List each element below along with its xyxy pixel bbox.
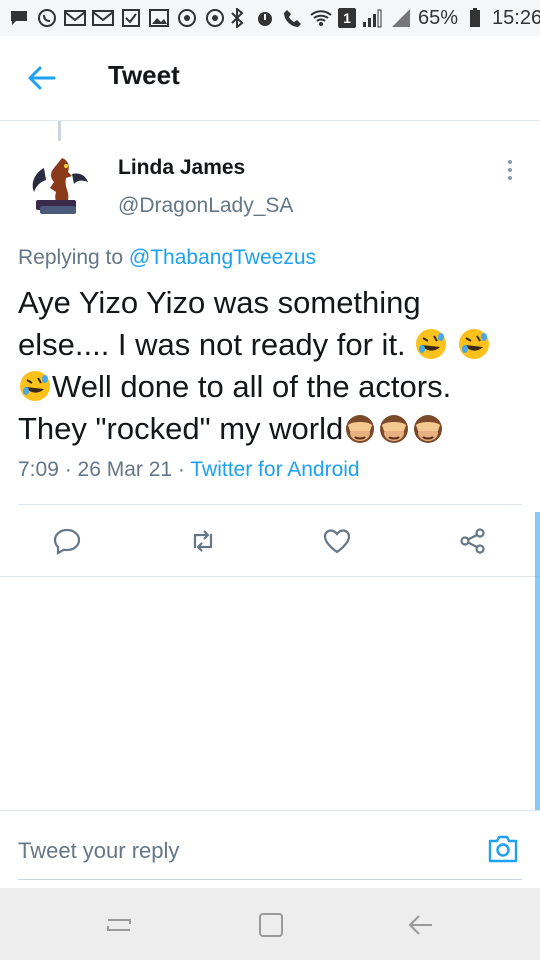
clock: 15:26 — [492, 6, 540, 29]
home-icon[interactable] — [256, 910, 286, 940]
rofl-emoji-icon — [18, 369, 52, 403]
tweet-line: else.... I was not ready for it. — [18, 324, 528, 366]
like-icon[interactable] — [322, 526, 352, 556]
source-link[interactable]: Twitter for Android — [190, 458, 359, 481]
circle-icon — [176, 8, 198, 28]
scrollbar[interactable] — [535, 512, 540, 810]
gallery-icon — [148, 8, 170, 28]
more-options-icon[interactable] — [498, 158, 522, 182]
bluetooth-icon — [226, 8, 248, 28]
system-icons: 1 65% 15:26 — [226, 7, 540, 30]
page-title: Tweet — [108, 60, 180, 90]
divider — [0, 576, 540, 577]
signal-icon — [390, 8, 412, 28]
see-no-evil-monkey-icon — [377, 411, 411, 445]
tweet-line-text: else.... I was not ready for it. — [18, 327, 406, 362]
replying-prefix: Replying to — [18, 246, 129, 269]
replying-to: Replying to @ThabangTweezus — [18, 246, 316, 270]
wifi-icon — [310, 8, 332, 28]
gmail-icon — [64, 8, 86, 28]
author-name[interactable]: Linda James — [118, 156, 245, 180]
status-bar: 1 65% 15:26 — [0, 0, 540, 36]
tweet-line: Well done to all of the actors. — [18, 366, 528, 408]
share-icon[interactable] — [458, 526, 488, 556]
reply-underline — [18, 879, 522, 880]
tweet-actions — [0, 510, 540, 574]
app-header: Tweet — [0, 36, 540, 121]
tweet-text: Aye Yizo Yizo was something else.... I w… — [18, 282, 528, 450]
battery-percent: 65% — [418, 6, 459, 29]
back-icon[interactable] — [406, 910, 436, 940]
tweet-line-text: Well done to all of the actors. — [52, 369, 452, 404]
whatsapp-icon — [36, 8, 58, 28]
timestamp: 7:09 · 26 Mar 21 · — [18, 458, 191, 481]
camera-icon[interactable] — [486, 832, 520, 866]
replying-mention-link[interactable]: @ThabangTweezus — [129, 246, 316, 269]
divider — [0, 810, 540, 811]
rofl-emoji-icon — [457, 327, 491, 361]
battery-icon — [464, 8, 486, 28]
alarm-icon — [254, 8, 276, 28]
avatar[interactable] — [22, 148, 96, 222]
recent-apps-icon[interactable] — [104, 910, 134, 940]
tweet-line: They "rocked" my world — [18, 408, 528, 450]
notification-icons — [0, 8, 226, 28]
call-icon — [282, 8, 304, 28]
system-nav-bar — [0, 888, 540, 960]
thread-connector — [58, 121, 61, 141]
reply-input[interactable] — [18, 830, 458, 872]
divider — [18, 504, 522, 505]
author-handle[interactable]: @DragonLady_SA — [118, 194, 293, 218]
reply-icon[interactable] — [52, 526, 82, 556]
gmail-icon — [92, 8, 114, 28]
chat-icon — [8, 8, 30, 28]
sim-badge: 1 — [338, 8, 356, 28]
arrow-left-icon[interactable] — [26, 62, 58, 94]
tweet-line: Aye Yizo Yizo was something — [18, 285, 421, 320]
retweet-icon[interactable] — [188, 526, 218, 556]
tweet-meta: 7:09 · 26 Mar 21 · Twitter for Android — [18, 458, 360, 482]
circle-icon — [204, 8, 226, 28]
rofl-emoji-icon — [414, 327, 448, 361]
see-no-evil-monkey-icon — [343, 411, 377, 445]
tweet-line-text: They "rocked" my world — [18, 411, 344, 446]
checkbox-icon — [120, 8, 142, 28]
signal-icon — [362, 8, 384, 28]
see-no-evil-monkey-icon — [411, 411, 445, 445]
